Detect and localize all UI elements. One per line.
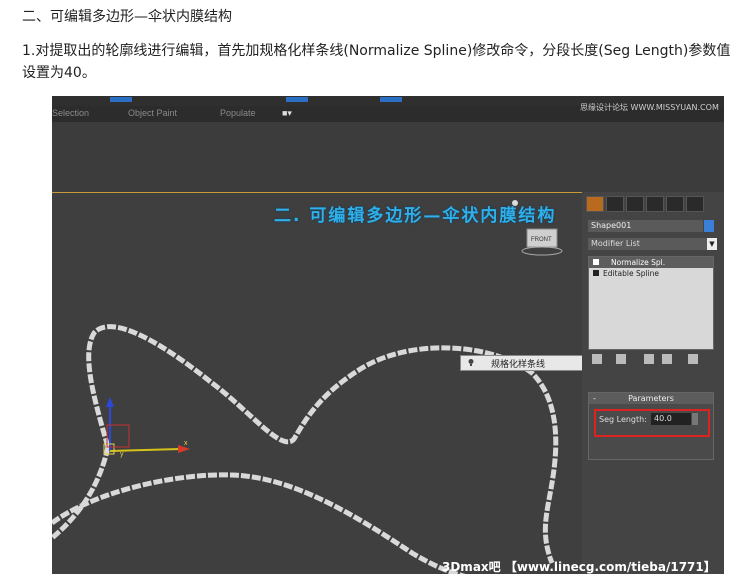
overlay-title: 二. 可编辑多边形—伞状内膜结构 <box>274 206 557 226</box>
command-panel: Shape001 Modifier List ▼ Normalize Spl. … <box>582 192 724 574</box>
bulb-icon <box>468 359 474 366</box>
front-viewport[interactable]: x y FRONT 二. 可编辑多边形—伞状内膜结构 规格化样条线 <box>52 193 590 574</box>
axis-y-label: y <box>120 451 124 458</box>
watermark-top: 思缘设计论坛 WWW.MISSYUAN.COM <box>580 103 719 112</box>
toolbar-icon <box>110 97 132 102</box>
toolbar-icon <box>380 97 402 102</box>
modify-tab-icon[interactable] <box>606 196 624 212</box>
instruction-paragraph: 1.对提取出的轮廓线进行编辑，首先加规格化样条线(Normalize Splin… <box>22 43 731 81</box>
bulb-icon[interactable] <box>593 259 599 265</box>
watermark-bottom: 3Dmax吧 【www.linecg.com/tieba/1771】 <box>442 560 716 574</box>
stack-item-label: Editable Spline <box>603 269 660 278</box>
seg-length-label: Seg Length: <box>599 415 647 424</box>
upper-viewport[interactable] <box>52 122 724 192</box>
modifier-list-label: Modifier List <box>591 239 640 248</box>
collapse-icon: - <box>593 394 596 403</box>
modifier-list-dropdown[interactable]: Modifier List ▼ <box>588 238 717 250</box>
utilities-tab-icon[interactable] <box>686 196 704 212</box>
seg-length-input[interactable]: 40.0 <box>651 413 691 425</box>
viewcube-label: FRONT <box>531 237 552 243</box>
camera-icon[interactable]: ■▾ <box>282 108 292 119</box>
create-tab-icon[interactable] <box>586 196 604 212</box>
stack-toolbar <box>588 352 714 366</box>
pin-stack-icon[interactable] <box>592 354 602 364</box>
expand-icon[interactable] <box>593 270 599 276</box>
axis-x-label: x <box>184 440 188 447</box>
motion-tab-icon[interactable] <box>646 196 664 212</box>
spinner-icon[interactable] <box>692 413 698 425</box>
parameters-rollout: - Parameters Seg Length: 40.0 <box>588 392 714 460</box>
rollout-title: Parameters <box>628 394 674 403</box>
stack-item-label: Normalize Spl. <box>611 258 666 267</box>
spline-canvas: x y FRONT <box>52 200 563 574</box>
remove-modifier-icon[interactable] <box>662 354 672 364</box>
tab-populate[interactable]: Populate <box>220 108 256 118</box>
stack-item-editable-spline[interactable]: Editable Spline <box>589 268 713 279</box>
tab-object-paint[interactable]: Object Paint <box>128 108 177 118</box>
spline-curve-left[interactable] <box>52 446 111 540</box>
toolbar-icon <box>286 97 308 102</box>
chevron-down-icon[interactable]: ▼ <box>707 238 717 250</box>
z-axis-arrow-icon <box>106 397 114 407</box>
context-menu-item[interactable]: 规格化样条线 <box>460 355 590 371</box>
object-name-field[interactable]: Shape001 <box>588 220 703 232</box>
configure-modifier-sets-icon[interactable] <box>688 354 698 364</box>
software-screenshot: Selection Object Paint Populate ■▾ 思缘设计论… <box>52 96 724 574</box>
modifier-stack: Normalize Spl. Editable Spline <box>588 256 714 350</box>
command-panel-tabs <box>586 196 720 212</box>
hierarchy-tab-icon[interactable] <box>626 196 644 212</box>
viewcube-ring-icon <box>521 246 563 256</box>
show-end-result-icon[interactable] <box>616 354 626 364</box>
tab-selection[interactable]: Selection <box>52 108 89 118</box>
make-unique-icon[interactable] <box>644 354 654 364</box>
spline-curve-lower[interactable] <box>52 472 472 574</box>
context-menu-label: 规格化样条线 <box>491 360 546 370</box>
object-color-swatch[interactable] <box>704 220 714 232</box>
display-tab-icon[interactable] <box>666 196 684 212</box>
section-heading: 二、可编辑多边形—伞状内膜结构 <box>22 9 232 25</box>
rollout-header[interactable]: - Parameters <box>589 393 713 404</box>
stack-item-normalize-spline[interactable]: Normalize Spl. <box>589 257 713 268</box>
